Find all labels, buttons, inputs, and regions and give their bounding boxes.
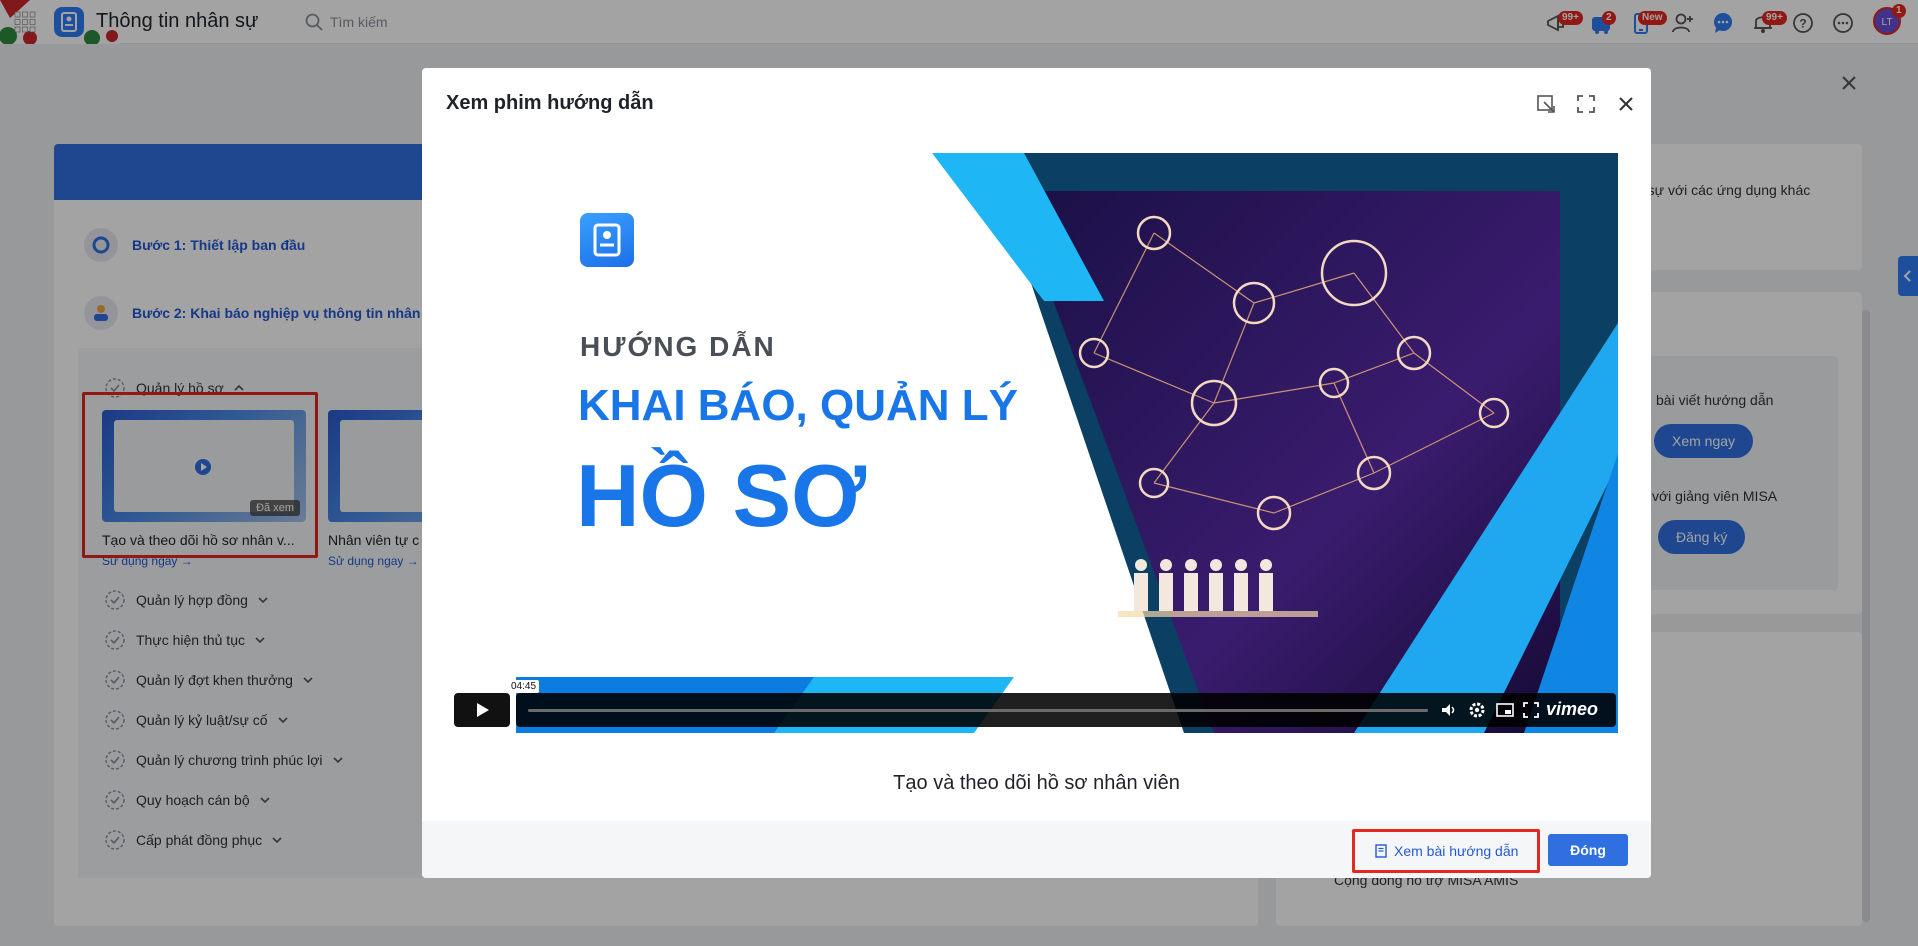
settings-gear-icon[interactable] xyxy=(1468,701,1486,719)
highlight-guide-button xyxy=(1352,829,1541,873)
video-heading-3: HỒ SƠ xyxy=(576,446,867,545)
video-player[interactable]: HƯỚNG DẪN KHAI BÁO, QUẢN LÝ HỒ SƠ 04:45 xyxy=(454,153,1618,733)
play-button[interactable] xyxy=(454,693,510,727)
profile-app-icon xyxy=(580,213,634,267)
play-icon xyxy=(477,703,489,717)
video-heading-1: HƯỚNG DẪN xyxy=(580,331,776,362)
picture-in-picture-icon[interactable] xyxy=(1496,701,1514,719)
vimeo-logo[interactable]: vimeo xyxy=(1546,699,1598,720)
close-icon[interactable] xyxy=(1614,92,1638,116)
video-modal: Xem phim hướng dẫn HƯỚNG DẪN KHAI BÁO, Q… xyxy=(422,68,1651,878)
minimize-icon[interactable] xyxy=(1534,92,1558,116)
video-heading-2: KHAI BÁO, QUẢN LÝ xyxy=(578,381,1018,430)
modal-title: Xem phim hướng dẫn xyxy=(446,92,654,114)
control-bar: 04:45 vimeo xyxy=(508,680,1616,727)
player-fullscreen-icon[interactable] xyxy=(1522,701,1540,719)
close-button[interactable]: Đóng xyxy=(1548,834,1628,866)
fullscreen-icon[interactable] xyxy=(1574,92,1598,116)
video-caption: Tạo và theo dõi hồ sơ nhân viên xyxy=(893,772,1180,794)
progress-track[interactable] xyxy=(528,709,1428,712)
player-controls: 04:45 vimeo xyxy=(454,680,1618,733)
volume-icon[interactable] xyxy=(1440,701,1458,719)
time-tooltip: 04:45 xyxy=(508,680,540,693)
